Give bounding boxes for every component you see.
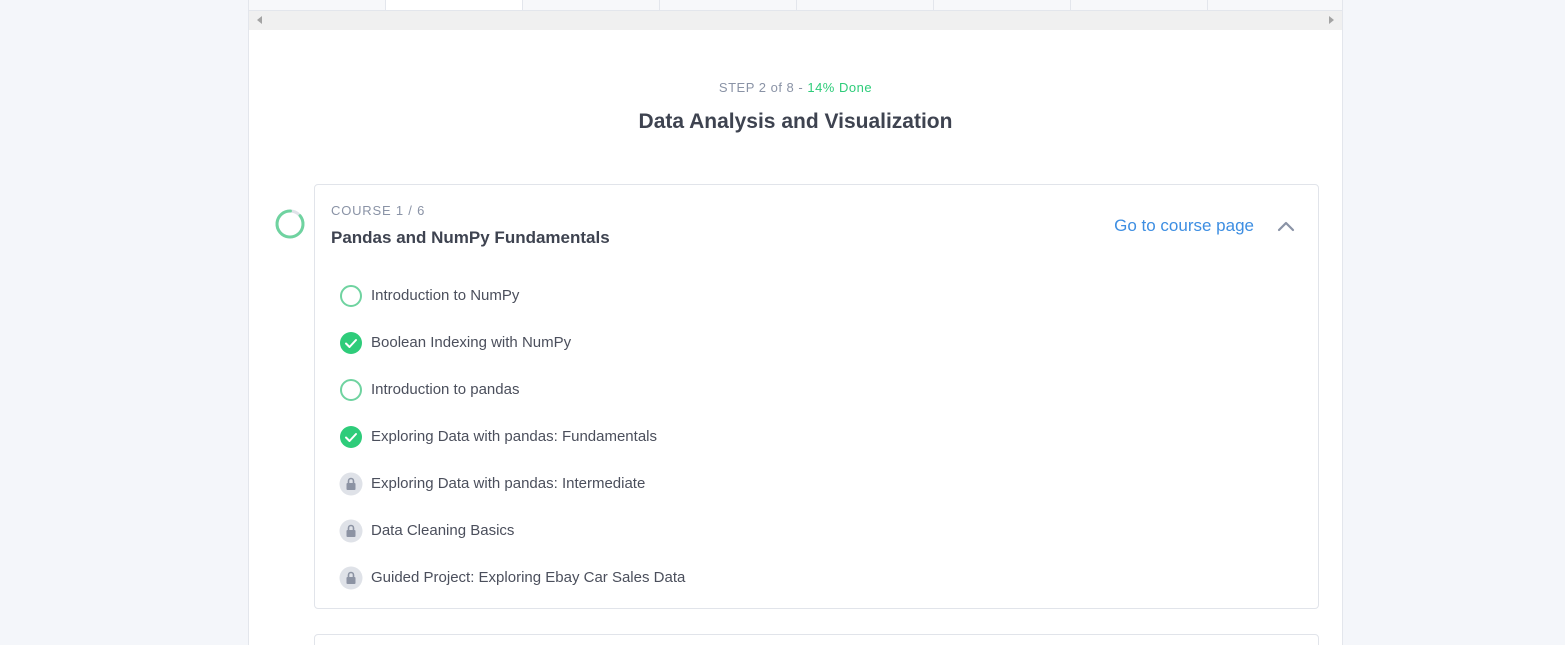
- course-card: COURSE 1 / 6 Pandas and NumPy Fundamenta…: [314, 184, 1319, 609]
- lesson-label: Boolean Indexing with NumPy: [371, 334, 572, 351]
- lesson-item[interactable]: Boolean Indexing with NumPy: [339, 319, 685, 366]
- lesson-label: Introduction to pandas: [371, 381, 520, 398]
- step-progress-text: STEP 2 of 8 - 14% Done: [249, 80, 1342, 95]
- tab-2[interactable]: [386, 0, 523, 10]
- progress-ring-icon: [340, 284, 362, 307]
- tab-7[interactable]: [1071, 0, 1208, 10]
- lesson-item[interactable]: Exploring Data with pandas: Intermediate: [339, 460, 685, 507]
- check-circle-icon: [340, 331, 362, 354]
- lesson-item[interactable]: Introduction to NumPy: [339, 272, 685, 319]
- tab-1[interactable]: [249, 0, 386, 10]
- chevron-up-icon[interactable]: [1276, 219, 1296, 233]
- lesson-list: Introduction to NumPy Boolean Indexing wi…: [339, 272, 685, 601]
- lesson-label: Exploring Data with pandas: Intermediate: [371, 475, 646, 492]
- tab-3[interactable]: [523, 0, 660, 10]
- tab-strip: [249, 0, 1342, 10]
- step-done-percent: 14% Done: [807, 80, 873, 95]
- check-circle-icon: [340, 425, 362, 448]
- path-title: Data Analysis and Visualization: [638, 110, 953, 133]
- next-course-card[interactable]: [314, 634, 1319, 645]
- lesson-item[interactable]: Introduction to pandas: [339, 366, 685, 413]
- learning-path-panel: STEP 2 of 8 - 14% Done Data Analysis and…: [248, 0, 1343, 645]
- tab-6[interactable]: [934, 0, 1071, 10]
- lock-icon: [339, 519, 363, 542]
- go-to-course-link[interactable]: Go to course page: [1114, 216, 1254, 236]
- lesson-label: Exploring Data with pandas: Fundamentals: [371, 428, 657, 445]
- progress-ring-icon: [340, 378, 362, 401]
- tab-8[interactable]: [1208, 0, 1342, 10]
- tab-5[interactable]: [797, 0, 934, 10]
- course-title: Pandas and NumPy Fundamentals: [331, 228, 610, 247]
- lesson-item[interactable]: Guided Project: Exploring Ebay Car Sales…: [339, 554, 685, 601]
- lesson-item[interactable]: Data Cleaning Basics: [339, 507, 685, 554]
- lesson-item[interactable]: Exploring Data with pandas: Fundamentals: [339, 413, 685, 460]
- step-counter: STEP 2 of 8 -: [718, 80, 808, 95]
- lesson-label: Guided Project: Exploring Ebay Car Sales…: [371, 569, 686, 586]
- lesson-label: Data Cleaning Basics: [371, 522, 515, 539]
- horizontal-scrollbar[interactable]: [249, 10, 1342, 30]
- scroll-right-arrow-icon[interactable]: [1329, 16, 1334, 24]
- course-progress-ring-icon: [275, 209, 305, 239]
- scroll-left-arrow-icon[interactable]: [257, 16, 262, 24]
- tab-4[interactable]: [660, 0, 797, 10]
- lock-icon: [339, 566, 363, 589]
- lesson-label: Introduction to NumPy: [371, 287, 520, 304]
- lock-icon: [339, 472, 363, 495]
- course-number-label: COURSE 1 / 6: [331, 203, 426, 218]
